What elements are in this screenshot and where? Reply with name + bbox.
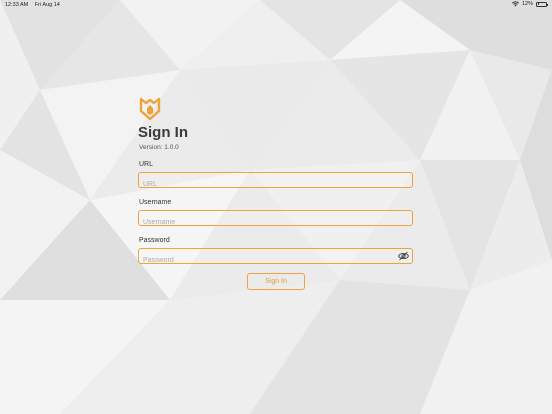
wifi-icon — [511, 1, 519, 7]
shield-logo-icon — [139, 97, 161, 121]
version-text: Version: 1.0.0 — [139, 144, 179, 151]
page-title: Sign In — [138, 124, 188, 141]
status-bar: 12:33 AM Fri Aug 14 12% — [0, 0, 552, 10]
battery-fill — [537, 3, 539, 6]
password-field-container — [138, 248, 413, 268]
username-label: Username — [139, 199, 172, 206]
username-field-container — [138, 210, 413, 230]
url-field-container — [138, 172, 413, 192]
battery-percent: 12% — [521, 1, 533, 7]
eye-slash-icon[interactable] — [398, 251, 409, 261]
background-pattern — [0, 0, 552, 414]
status-time: 12:33 AM — [5, 2, 29, 8]
sign-in-button[interactable]: Sign In — [247, 273, 305, 290]
battery-icon — [536, 1, 548, 7]
status-left: 12:33 AM Fri Aug 14 — [5, 2, 65, 8]
url-label: URL — [139, 161, 154, 168]
url-input[interactable] — [139, 177, 412, 192]
username-input[interactable] — [139, 215, 412, 230]
password-label: Password — [139, 237, 170, 244]
status-right: 12% — [511, 1, 548, 7]
status-date: Fri Aug 14 — [34, 2, 60, 8]
password-input[interactable] — [139, 253, 412, 268]
